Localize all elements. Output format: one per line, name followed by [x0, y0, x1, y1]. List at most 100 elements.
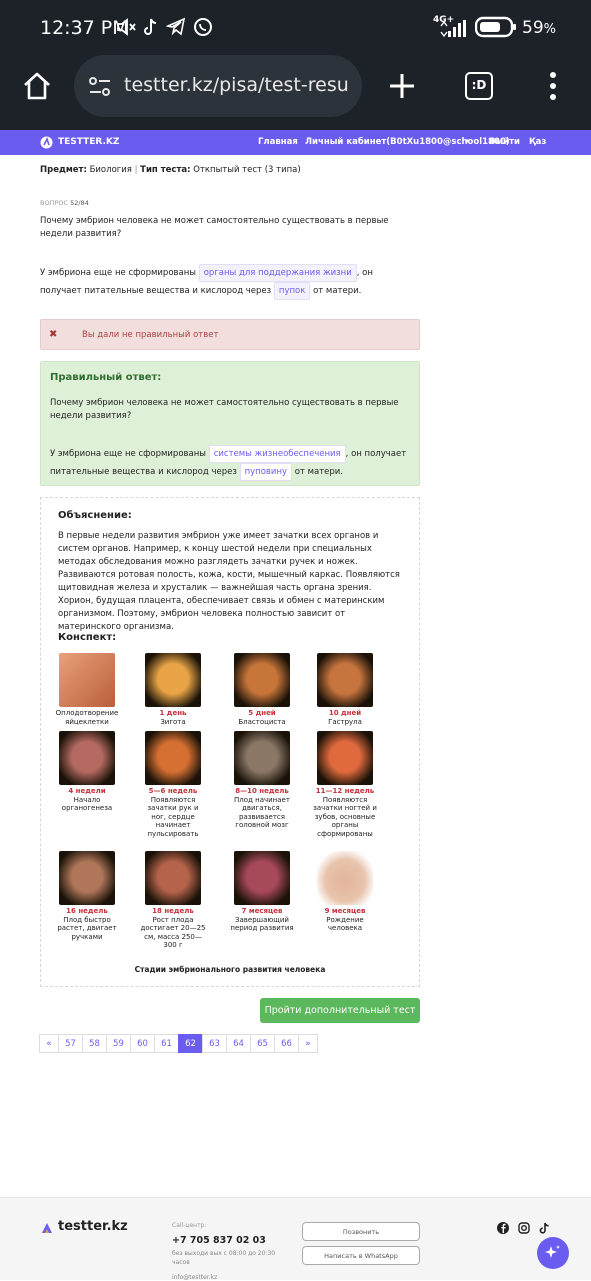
- mute-icon: [117, 18, 136, 36]
- correct-blank-2: пуповину: [239, 463, 293, 481]
- stage-title: 16 недель: [66, 907, 108, 915]
- correct-title: Правильный ответ:: [50, 372, 162, 383]
- pagination: «57 58 59 60 61 62 63 64 65 66»: [39, 1034, 318, 1053]
- stage-title: 10 дней: [328, 709, 362, 717]
- signal-icon: [440, 20, 466, 38]
- error-message: Вы дали не правильный ответ: [82, 330, 219, 340]
- battery-level: 59: [522, 18, 544, 38]
- stage-description: Плод начинает двигаться, развивается гол…: [234, 795, 290, 830]
- stage-title: 18 недель: [152, 907, 194, 915]
- whatsapp-button[interactable]: Написать в WhatsApp: [302, 1246, 420, 1265]
- chevron-down-icon[interactable]: ▾: [466, 137, 470, 145]
- brand-name[interactable]: TESTTER.KZ: [58, 137, 119, 147]
- home-icon[interactable]: [22, 70, 52, 102]
- stage-image: [234, 731, 290, 785]
- stage-description: Гаструла: [328, 717, 362, 726]
- answer-text-3: от матери.: [313, 286, 362, 296]
- type-label: Тип теста:: [140, 165, 191, 175]
- nav-logout[interactable]: Выйти: [489, 137, 520, 147]
- page-59[interactable]: 59: [106, 1034, 131, 1053]
- stage-11: 7 месяцев Завершающий период развития: [228, 851, 296, 933]
- nav-cabinet[interactable]: Личный кабинет(B0tXu1800@school1800): [305, 137, 510, 147]
- explanation-title: Объяснение:: [58, 510, 132, 521]
- page-58[interactable]: 58: [82, 1034, 107, 1053]
- footer: testter.kz Call-центр: +7 705 837 02 03 …: [0, 1197, 591, 1281]
- footer-logo-icon: [42, 1223, 52, 1233]
- footer-brand[interactable]: testter.kz: [58, 1219, 128, 1234]
- site-navbar: TESTTER.KZ Главная Личный кабинет(B0tXu1…: [0, 130, 591, 155]
- phone-number[interactable]: +7 705 837 02 03: [172, 1235, 266, 1246]
- nav-home[interactable]: Главная: [258, 137, 298, 147]
- test-meta: Предмет: Биология | Тип теста: Откпытый …: [40, 165, 301, 175]
- question-number-value: 52/84: [70, 199, 89, 207]
- stage-description: Оплодотворение яйцеклетки: [55, 709, 119, 726]
- ai-assistant-button[interactable]: [537, 1237, 569, 1269]
- site-settings-icon[interactable]: [88, 76, 112, 98]
- page-prev[interactable]: «: [39, 1034, 59, 1053]
- summary-title: Конспект:: [58, 632, 117, 643]
- call-button[interactable]: Позвонить: [302, 1222, 420, 1241]
- type-value: Откпытый тест (3 типа): [193, 165, 301, 175]
- sparkle-icon: [545, 1245, 560, 1258]
- facebook-icon[interactable]: [497, 1222, 509, 1234]
- stage-image: [59, 653, 115, 707]
- correct-text-3: от матери.: [294, 467, 344, 477]
- stage-description: Начало органогенеза: [61, 795, 113, 813]
- page-64[interactable]: 64: [226, 1034, 251, 1053]
- page-60[interactable]: 60: [130, 1034, 155, 1053]
- stage-10: 18 недель Рост плода достигает 20—25 см, …: [139, 851, 207, 950]
- correct-question: Почему эмбрион человека не может самосто…: [50, 398, 399, 421]
- stage-4: 10 дней Гаструла: [311, 653, 379, 726]
- question-number: ВОПРОС 52/84: [40, 199, 89, 207]
- page-61[interactable]: 61: [154, 1034, 179, 1053]
- extra-test-button[interactable]: Пройти дополнительный тест: [260, 998, 420, 1023]
- correct-text-1: У эмбриона еще не сформированы: [50, 449, 207, 459]
- stage-image: [317, 653, 373, 707]
- menu-dots-icon[interactable]: [549, 71, 557, 101]
- answer-text-1: У эмбриона еще не сформированы: [40, 268, 197, 278]
- new-tab-icon[interactable]: [388, 72, 416, 100]
- stage-1: Оплодотворение яйцеклетки: [53, 653, 121, 726]
- battery-unit: %: [543, 22, 556, 37]
- stage-title: 5 дней: [248, 709, 276, 717]
- tabs-button[interactable]: :D: [465, 72, 493, 100]
- stage-3: 5 дней Бластоциста: [228, 653, 296, 726]
- stage-image: [59, 851, 115, 905]
- question-text: Почему эмбрион человека не может самосто…: [40, 216, 389, 239]
- page-57[interactable]: 57: [58, 1034, 83, 1053]
- question-number-label: ВОПРОС: [40, 199, 69, 207]
- stage-title: 9 месяцев: [324, 907, 366, 915]
- stage-description: Появляются зачатки ногтей и зубов, основ…: [313, 795, 377, 838]
- stage-title: 1 день: [159, 709, 187, 717]
- page-66[interactable]: 66: [274, 1034, 299, 1053]
- explanation-panel: Объяснение: В первые недели развития эмб…: [40, 497, 420, 987]
- stage-7: 8—10 недель Плод начинает двигаться, разв…: [228, 731, 296, 830]
- page-next[interactable]: »: [298, 1034, 318, 1053]
- stage-description: Рост плода достигает 20—25 см, масса 250…: [140, 915, 206, 950]
- page-62[interactable]: 62: [178, 1034, 203, 1053]
- telegram-icon: [166, 17, 186, 36]
- stage-image: [145, 731, 201, 785]
- answer-blank-1: органы для поддержания жизни: [198, 264, 357, 282]
- tiktok-footer-icon[interactable]: [539, 1222, 550, 1234]
- stage-title: 5—6 недель: [148, 787, 198, 795]
- page-63[interactable]: 63: [202, 1034, 227, 1053]
- correct-answer-panel: Правильный ответ: Почему эмбрион человек…: [40, 361, 420, 486]
- subject-label: Предмет:: [40, 165, 87, 175]
- stage-image: [145, 851, 201, 905]
- stage-title: 7 месяцев: [241, 907, 283, 915]
- url-text[interactable]: testter.kz/pisa/test-result/s: [124, 74, 350, 96]
- battery-icon: [475, 16, 516, 38]
- work-hours: без выходи вых с 08:00 до 20:30 часов: [172, 1250, 276, 1266]
- stage-9: 16 недель Плод быстро растет, двигает руч…: [53, 851, 121, 941]
- instagram-icon[interactable]: [518, 1222, 530, 1234]
- stage-description: Бластоциста: [238, 717, 286, 726]
- callcenter-label: Call-центр:: [172, 1222, 207, 1229]
- answer-blank-2: пупок: [273, 282, 311, 300]
- status-bar: 12:37 PM 4G+ 59%: [0, 0, 591, 56]
- stage-title: 4 недели: [68, 787, 106, 795]
- page-65[interactable]: 65: [250, 1034, 275, 1053]
- stage-6: 5—6 недель Появляются зачатки рук и ног, …: [139, 731, 207, 839]
- correct-answer-text: У эмбриона еще не сформированы системы ж…: [50, 445, 410, 481]
- nav-language[interactable]: Қаз: [529, 137, 546, 147]
